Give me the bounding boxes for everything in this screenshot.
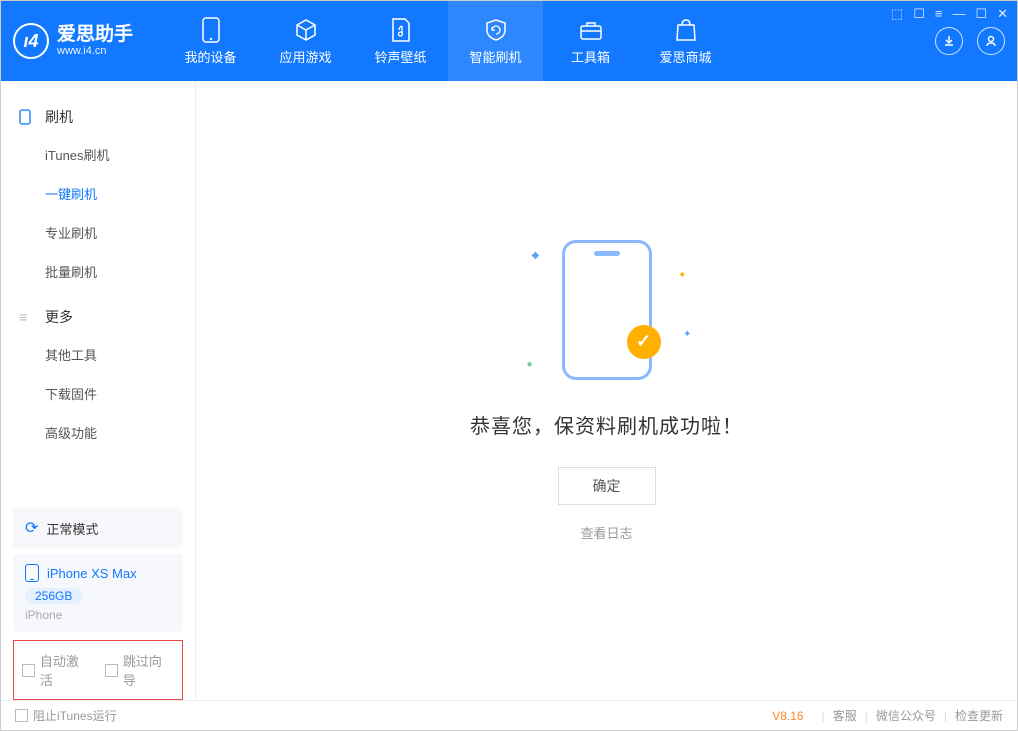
ok-button[interactable]: 确定 — [558, 467, 656, 505]
version-label: V8.16 — [772, 709, 803, 723]
toolbox-icon — [578, 17, 604, 43]
menu-lines-icon: ≡ — [19, 309, 35, 325]
tab-my-device[interactable]: 我的设备 — [163, 1, 258, 81]
sidebar-section-flash[interactable]: 刷机 — [1, 99, 195, 135]
checkbox-block-itunes[interactable]: 阻止iTunes运行 — [15, 707, 117, 724]
phone-illustration-icon: ✓ — [562, 240, 652, 380]
shield-refresh-icon — [483, 17, 509, 43]
tab-label: 我的设备 — [185, 47, 237, 66]
sidebar-item-batch-flash[interactable]: 批量刷机 — [1, 252, 195, 291]
device-info[interactable]: iPhone XS Max 256GB iPhone — [13, 554, 183, 632]
checkbox-label: 自动激活 — [40, 651, 91, 689]
check-badge-icon: ✓ — [627, 325, 661, 359]
device-type: iPhone — [25, 608, 171, 622]
user-button[interactable] — [977, 27, 1005, 55]
feedback-icon[interactable]: ☐ — [913, 6, 925, 22]
minimize-icon[interactable]: — — [952, 6, 965, 22]
checkbox-skip-guide[interactable]: 跳过向导 — [105, 651, 174, 689]
tab-store[interactable]: 爱思商城 — [638, 1, 733, 81]
menu-icon[interactable]: ≡ — [935, 6, 943, 22]
mode-label: 正常模式 — [46, 519, 98, 538]
sparkle-icon: ◆ — [532, 250, 540, 261]
maximize-icon[interactable]: ☐ — [975, 6, 987, 22]
close-icon[interactable]: ✕ — [997, 6, 1008, 22]
success-illustration: ✓ ◆ ✦ ● ✦ — [562, 240, 652, 380]
view-log-link[interactable]: 查看日志 — [580, 523, 632, 542]
success-message: 恭喜您，保资料刷机成功啦！ — [470, 410, 743, 439]
sidebar: 刷机 iTunes刷机 一键刷机 专业刷机 批量刷机 ≡ 更多 其他工具 下载固… — [1, 81, 196, 700]
main-content: ✓ ◆ ✦ ● ✦ 恭喜您，保资料刷机成功啦！ 确定 查看日志 — [196, 81, 1017, 700]
refresh-icon: ⟳ — [25, 518, 38, 538]
footer-link-support[interactable]: 客服 — [833, 707, 857, 724]
tab-label: 应用游戏 — [280, 47, 332, 66]
tab-apps[interactable]: 应用游戏 — [258, 1, 353, 81]
music-file-icon — [388, 17, 414, 43]
footer-link-update[interactable]: 检查更新 — [955, 707, 1003, 724]
footer-link-wechat[interactable]: 微信公众号 — [876, 707, 936, 724]
logo-icon: ı4 — [13, 23, 49, 59]
tab-flash[interactable]: 智能刷机 — [448, 1, 543, 81]
footer: 阻止iTunes运行 V8.16 | 客服 | 微信公众号 | 检查更新 — [1, 700, 1017, 730]
tab-toolbox[interactable]: 工具箱 — [543, 1, 638, 81]
sparkle-icon: ✦ — [683, 329, 691, 340]
device-icon — [25, 564, 39, 582]
sidebar-item-pro-flash[interactable]: 专业刷机 — [1, 213, 195, 252]
tab-label: 铃声壁纸 — [375, 47, 427, 66]
tab-label: 工具箱 — [571, 47, 610, 66]
logo[interactable]: ı4 爱思助手 www.i4.cn — [13, 23, 133, 59]
cube-icon — [293, 17, 319, 43]
tab-label: 智能刷机 — [470, 47, 522, 66]
tab-ringtones[interactable]: 铃声壁纸 — [353, 1, 448, 81]
sparkle-icon: ● — [527, 359, 533, 370]
sparkle-icon: ✦ — [678, 270, 686, 281]
phone-icon — [198, 17, 224, 43]
header: ı4 爱思助手 www.i4.cn 我的设备 应用游戏 铃声壁纸 智能刷机 工具… — [1, 1, 1017, 81]
checkbox-icon — [15, 709, 28, 722]
tab-label: 爱思商城 — [660, 47, 712, 66]
app-title: 爱思助手 — [57, 25, 133, 46]
device-capacity: 256GB — [25, 588, 82, 604]
device-name: iPhone XS Max — [47, 566, 137, 581]
checkbox-icon — [105, 664, 118, 677]
checkbox-icon — [22, 664, 35, 677]
sidebar-item-download-firmware[interactable]: 下载固件 — [1, 374, 195, 413]
sidebar-item-itunes-flash[interactable]: iTunes刷机 — [1, 135, 195, 174]
sidebar-item-other-tools[interactable]: 其他工具 — [1, 335, 195, 374]
skin-icon[interactable]: ⬚ — [891, 6, 903, 22]
checkbox-label: 阻止iTunes运行 — [33, 707, 117, 724]
phone-outline-icon — [19, 109, 35, 125]
flash-options-box: 自动激活 跳过向导 — [13, 640, 183, 700]
sidebar-item-advanced[interactable]: 高级功能 — [1, 413, 195, 452]
sidebar-section-more[interactable]: ≡ 更多 — [1, 299, 195, 335]
device-mode[interactable]: ⟳ 正常模式 — [13, 508, 183, 548]
sidebar-item-onekey-flash[interactable]: 一键刷机 — [1, 174, 195, 213]
bag-icon — [673, 17, 699, 43]
checkbox-label: 跳过向导 — [123, 651, 174, 689]
checkbox-auto-activate[interactable]: 自动激活 — [22, 651, 91, 689]
section-title: 刷机 — [45, 107, 73, 127]
section-title: 更多 — [45, 307, 73, 327]
download-button[interactable] — [935, 27, 963, 55]
app-subtitle: www.i4.cn — [57, 45, 133, 57]
